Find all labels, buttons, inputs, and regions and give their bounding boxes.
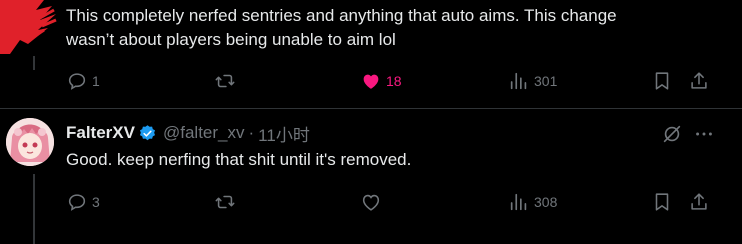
tweet-text-line-2: wasn’t about players being unable to aim… [66, 30, 396, 49]
verified-badge-icon [139, 124, 156, 140]
views-count: 301 [534, 73, 558, 89]
views-button[interactable]: 301 [508, 68, 557, 94]
tweet-actions: 1 18 301 [66, 68, 712, 94]
reply-button[interactable]: 1 [66, 68, 100, 94]
thread-line [33, 56, 35, 70]
tweet-text-line-1: This completely nerfed sentries and anyt… [66, 6, 617, 25]
views-count: 308 [534, 194, 558, 210]
like-button[interactable]: 18 [360, 68, 402, 94]
user-handle[interactable]: @falter_xv [163, 123, 245, 143]
timestamp[interactable]: 11小时 [258, 121, 310, 146]
redaction-scribble [0, 0, 57, 54]
grok-icon[interactable] [661, 123, 683, 145]
reply-icon [68, 194, 86, 211]
thread-line [33, 174, 35, 244]
share-button[interactable] [688, 68, 710, 94]
bookmark-icon [655, 72, 669, 90]
retweet-button[interactable] [214, 68, 236, 94]
tweet-actions: 3 308 [66, 189, 712, 215]
retweet-icon [215, 74, 235, 88]
tweet-text: Good. keep nerfing that shit until it's … [66, 150, 412, 169]
avatar[interactable] [6, 118, 54, 166]
share-icon [691, 193, 707, 210]
reply-button[interactable]: 3 [66, 189, 100, 215]
share-icon [691, 72, 707, 89]
more-icon[interactable] [693, 123, 715, 145]
like-button[interactable] [360, 189, 382, 215]
avatar-image [6, 118, 54, 166]
reply-count: 1 [92, 73, 100, 89]
views-icon [510, 72, 527, 90]
bookmark-icon [655, 193, 669, 211]
views-icon [510, 193, 527, 211]
display-name[interactable]: FalterXV [66, 123, 135, 143]
separator-dot: · [248, 123, 255, 142]
tweet-header: FalterXV @falter_xv · 11小时 [66, 121, 310, 146]
bookmark-button[interactable] [651, 68, 673, 94]
share-button[interactable] [688, 189, 710, 215]
heart-icon [362, 194, 380, 211]
reply-count: 3 [92, 194, 100, 210]
reply-icon [68, 73, 86, 90]
heart-filled-icon [363, 74, 379, 89]
like-count: 18 [386, 73, 402, 89]
tweet-text: This completely nerfed sentries and anyt… [66, 4, 726, 52]
views-button[interactable]: 308 [508, 189, 557, 215]
retweet-button[interactable] [214, 189, 236, 215]
retweet-icon [215, 195, 235, 209]
bookmark-button[interactable] [651, 189, 673, 215]
divider [0, 108, 742, 109]
